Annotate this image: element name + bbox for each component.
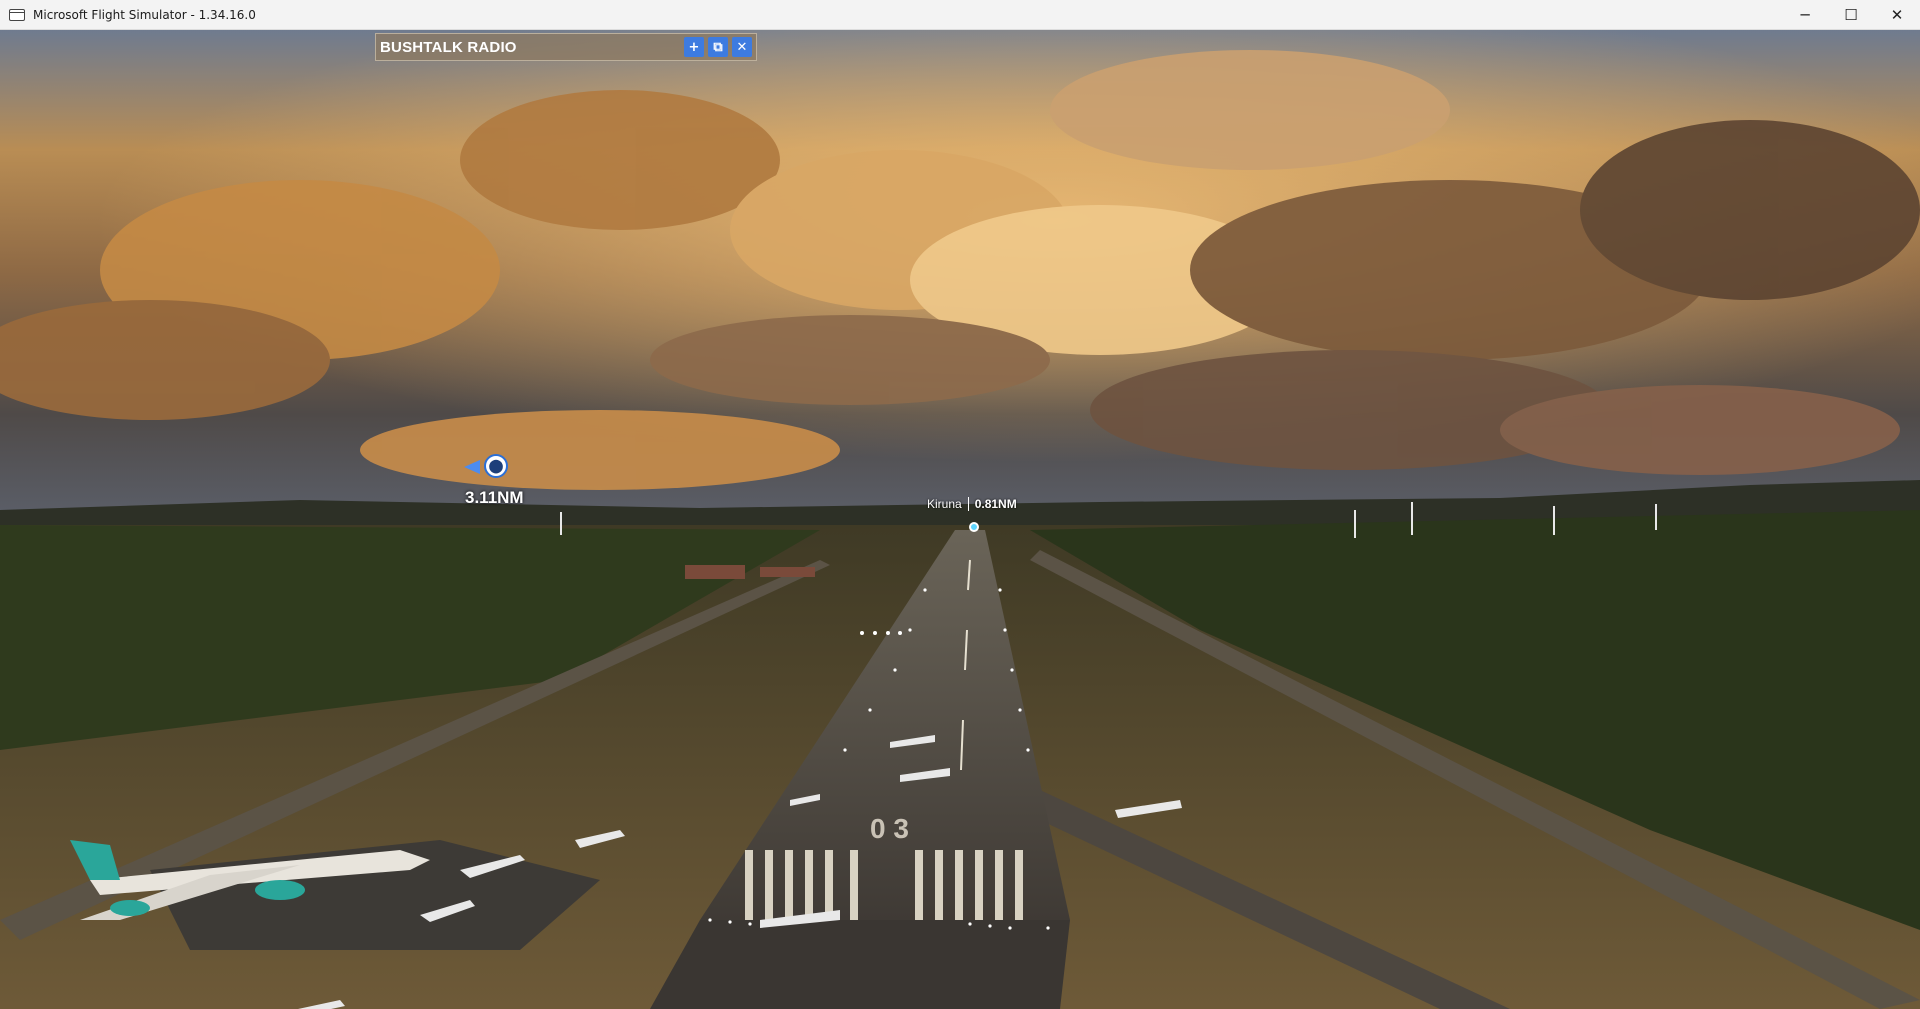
sim-viewport[interactable]: 0 3 BUSHTALK RADIO + ⧉ ✕ ⬤ 3.11NM Kiruna…	[0, 30, 1920, 1009]
bushtalk-popout-button[interactable]: ⧉	[708, 37, 728, 57]
app-icon	[9, 8, 25, 21]
window-controls: ─ ☐ ✕	[1782, 0, 1920, 30]
bushtalk-title: BUSHTALK RADIO	[380, 38, 517, 56]
maximize-button[interactable]: ☐	[1828, 0, 1874, 30]
runway-distance: 0.81NM	[974, 497, 1017, 511]
bushtalk-controls: + ⧉ ✕	[684, 37, 752, 57]
runway-name: Kiruna	[927, 497, 969, 511]
runway-target-icon	[969, 522, 979, 532]
bushtalk-close-button[interactable]: ✕	[732, 37, 752, 57]
scenery: 0 3	[0, 30, 1920, 1009]
svg-text:0 3: 0 3	[870, 813, 909, 844]
runway-marker-label: Kiruna 0.81NM	[927, 497, 1017, 511]
bushtalk-radio-panel[interactable]: BUSHTALK RADIO + ⧉ ✕	[375, 33, 757, 61]
window-title: Microsoft Flight Simulator - 1.34.16.0	[33, 7, 256, 22]
waypoint-direction-icon	[464, 460, 480, 474]
waypoint-marker: ⬤	[458, 454, 508, 484]
map-pin-icon: ⬤	[484, 454, 508, 478]
window-titlebar: Microsoft Flight Simulator - 1.34.16.0 ─…	[0, 0, 1920, 30]
close-button[interactable]: ✕	[1874, 0, 1920, 30]
minimize-button[interactable]: ─	[1782, 0, 1828, 30]
bushtalk-add-button[interactable]: +	[684, 37, 704, 57]
waypoint-distance: 3.11NM	[465, 488, 524, 507]
